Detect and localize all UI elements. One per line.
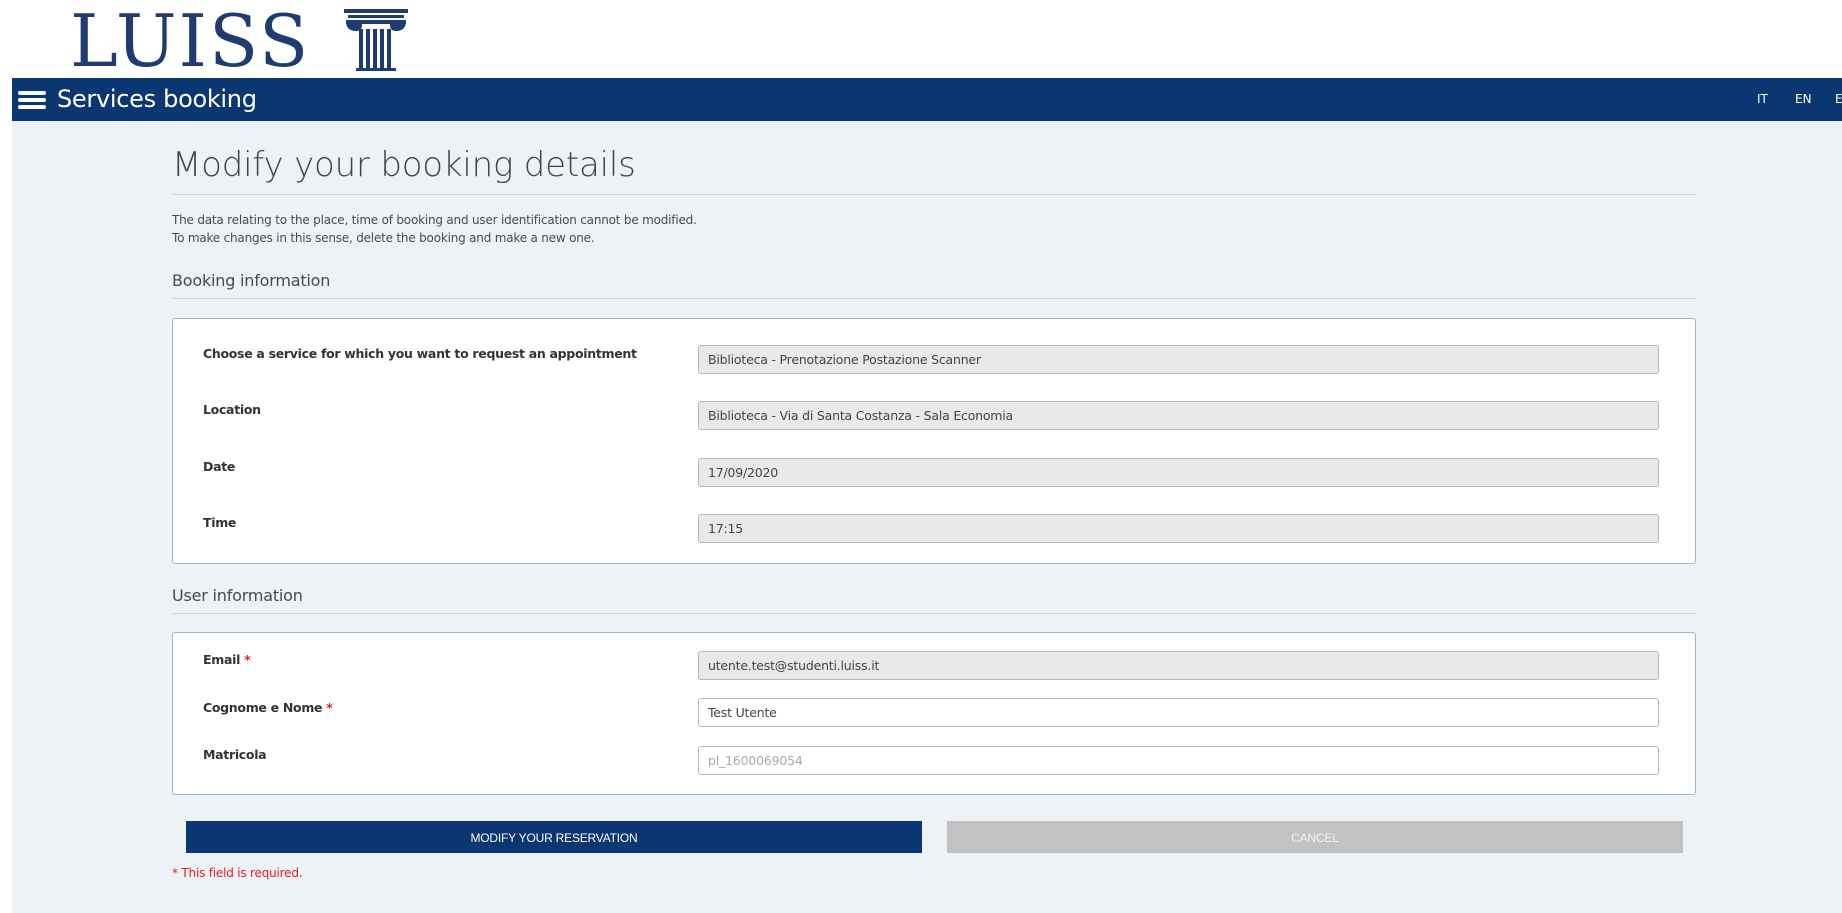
info-note-line-2: To make changes in this sense, delete th…: [172, 231, 595, 245]
email-field: utente.test@studenti.luiss.it: [698, 651, 1659, 680]
required-mark: *: [244, 652, 251, 667]
time-field: 17:15: [698, 514, 1659, 543]
name-label-text: Cognome e Nome: [203, 700, 323, 715]
name-input[interactable]: [698, 698, 1659, 727]
main-content: Modify your booking details The data rel…: [12, 121, 1842, 913]
column-icon: [344, 9, 408, 71]
page-title: Modify your booking details: [172, 145, 636, 185]
required-field-note: * This field is required.: [172, 866, 303, 880]
user-info-panel: Email * utente.test@studenti.luiss.it Co…: [172, 632, 1696, 795]
modify-reservation-button[interactable]: MODIFY YOUR RESERVATION: [186, 821, 922, 853]
time-label: Time: [203, 515, 237, 530]
location-label: Location: [203, 402, 261, 417]
divider: [172, 613, 1696, 614]
service-field: Biblioteca - Prenotazione Postazione Sca…: [698, 345, 1659, 374]
booking-section-title: Booking information: [172, 271, 331, 290]
app-title: Services booking: [57, 85, 257, 113]
cancel-button[interactable]: CANCEL: [947, 821, 1683, 853]
top-navigation-bar: Services booking IT EN E: [12, 78, 1842, 121]
divider: [172, 194, 1696, 195]
divider: [172, 298, 1696, 299]
email-label-text: Email: [203, 652, 241, 667]
luiss-logo-text: LUISS: [70, 0, 311, 83]
matricola-label: Matricola: [203, 747, 267, 762]
location-field: Biblioteca - Via di Santa Costanza - Sal…: [698, 401, 1659, 430]
date-field: 17/09/2020: [698, 458, 1659, 487]
name-label: Cognome e Nome *: [203, 700, 333, 715]
hamburger-menu-icon[interactable]: [18, 91, 46, 109]
language-en[interactable]: EN: [1795, 78, 1812, 121]
booking-info-panel: Choose a service for which you want to r…: [172, 318, 1696, 564]
language-it[interactable]: IT: [1757, 78, 1768, 121]
email-label: Email *: [203, 652, 251, 667]
date-label: Date: [203, 459, 236, 474]
info-note-line-1: The data relating to the place, time of …: [172, 213, 697, 227]
user-section-title: User information: [172, 586, 303, 605]
language-other[interactable]: E: [1835, 78, 1842, 121]
required-mark: *: [326, 700, 333, 715]
logo-bar: LUISS: [0, 0, 1842, 83]
matricola-input[interactable]: [698, 746, 1659, 775]
service-label: Choose a service for which you want to r…: [203, 346, 637, 361]
